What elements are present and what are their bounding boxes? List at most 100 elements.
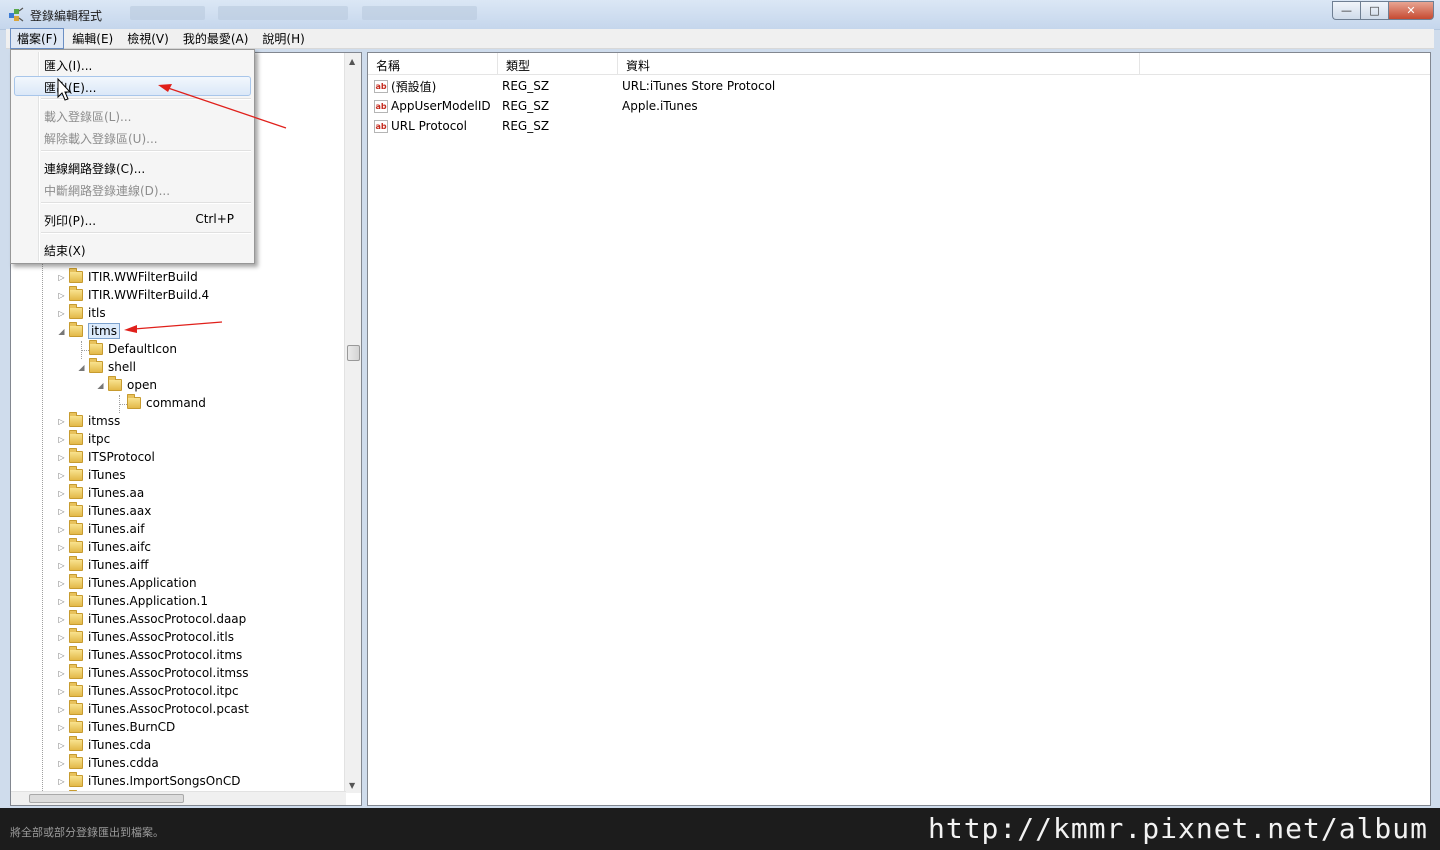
menu-file[interactable]: 檔案(F) <box>10 28 65 49</box>
tree-node[interactable]: ▷ iTunes.aa <box>57 484 144 502</box>
expand-arrow-icon[interactable]: ▷ <box>57 561 66 570</box>
column-header-type[interactable]: 類型 <box>498 53 618 75</box>
tree-node[interactable]: ▷ iTunes.BurnCD <box>57 718 175 736</box>
tree-vertical-scrollbar[interactable]: ▲ ▼ <box>344 53 361 793</box>
menu-separator <box>41 232 251 234</box>
expand-arrow-icon[interactable]: ▷ <box>57 759 66 768</box>
expand-arrow-icon[interactable]: ▷ <box>57 723 66 732</box>
tree-node[interactable]: DefaultIcon <box>77 340 177 358</box>
tree-node[interactable]: ▷ itmss <box>57 412 120 430</box>
expand-arrow-icon[interactable]: ▷ <box>57 633 66 642</box>
tree-node[interactable]: ▷ itpc <box>57 430 110 448</box>
tree-node[interactable]: ▷ ITSProtocol <box>57 448 155 466</box>
tree-node[interactable]: ▷ iTunes.cda <box>57 736 151 754</box>
tree-node[interactable]: ▷ iTunes.aax <box>57 502 151 520</box>
menu-item-label: 列印(P)... <box>44 214 97 228</box>
menu-item-load-hive[interactable]: 載入登錄區(L)... <box>14 105 251 125</box>
string-value-icon: ab <box>374 99 388 113</box>
menu-view[interactable]: 檢視(V) <box>121 29 175 48</box>
tree-node[interactable]: ▷ iTunes.ImportSongsOnCD <box>57 772 240 790</box>
expand-arrow-icon[interactable]: ▷ <box>57 291 66 300</box>
expand-arrow-icon[interactable]: ▷ <box>57 417 66 426</box>
column-header-name[interactable]: 名稱 <box>368 53 498 75</box>
collapse-arrow-icon[interactable]: ◢ <box>57 327 66 336</box>
expand-arrow-icon[interactable]: ▷ <box>57 669 66 678</box>
expand-arrow-icon[interactable]: ▷ <box>57 489 66 498</box>
tree-node-label: iTunes.AssocProtocol.itpc <box>88 684 239 698</box>
tree-node-label: command <box>146 396 206 410</box>
tree-node-label: iTunes.AssocProtocol.pcast <box>88 702 249 716</box>
expand-arrow-icon[interactable]: ▷ <box>57 309 66 318</box>
folder-icon <box>69 484 83 499</box>
value-row[interactable]: ab AppUserModelID REG_SZ Apple.iTunes <box>368 96 1122 116</box>
tree-node-label: iTunes.aax <box>88 504 152 518</box>
collapse-arrow-icon[interactable]: ◢ <box>77 363 86 372</box>
expand-arrow-icon[interactable]: ▷ <box>57 687 66 696</box>
tree-node[interactable]: command <box>115 394 206 412</box>
watermark-text: http://kmmr.pixnet.net/album <box>927 812 1428 845</box>
collapse-arrow-icon[interactable]: ◢ <box>96 381 105 390</box>
expand-arrow-icon[interactable]: ▷ <box>57 435 66 444</box>
minimize-button[interactable]: — <box>1332 1 1360 20</box>
scroll-thumb[interactable] <box>347 345 360 361</box>
value-row[interactable]: ab (預設值) REG_SZ URL:iTunes Store Protocol <box>368 76 1122 96</box>
tree-node[interactable]: ▷ iTunes.AssocProtocol.itms <box>57 646 242 664</box>
menu-favorites[interactable]: 我的最愛(A) <box>177 29 255 48</box>
expand-arrow-icon[interactable]: ▷ <box>57 777 66 786</box>
menu-item-export[interactable]: 匯出(E)... <box>14 76 251 96</box>
tree-node[interactable]: ▷ ITIR.WWFilterBuild <box>57 268 198 286</box>
tree-node[interactable]: ▷ iTunes.AssocProtocol.itmss <box>57 664 249 682</box>
string-value-icon: ab <box>374 79 388 93</box>
maximize-button[interactable]: □ <box>1360 1 1388 20</box>
tree-node-label: iTunes.AssocProtocol.itms <box>88 648 243 662</box>
expand-arrow-icon[interactable]: ▷ <box>57 471 66 480</box>
tree-node[interactable]: ▷ iTunes.aifc <box>57 538 151 556</box>
tree-node[interactable]: ▷ iTunes.AssocProtocol.itls <box>57 628 234 646</box>
expand-arrow-icon[interactable]: ▷ <box>57 525 66 534</box>
tree-node[interactable]: ▷ ITIR.WWFilterBuild.4 <box>57 286 209 304</box>
tree-node[interactable]: ◢ shell <box>77 358 136 376</box>
tree-node[interactable]: ▷ iTunes <box>57 466 126 484</box>
tree-node[interactable]: ▷ iTunes.AssocProtocol.daap <box>57 610 246 628</box>
menu-edit[interactable]: 編輯(E) <box>66 29 119 48</box>
tree-node[interactable]: ◢ open <box>96 376 157 394</box>
tree-node[interactable]: ▷ itls <box>57 304 106 322</box>
registry-values-pane[interactable]: 名稱 類型 資料 ab (預設值) REG_SZ URL:iTunes Store P… <box>367 52 1431 806</box>
menu-item-print[interactable]: 列印(P)... Ctrl+P <box>14 209 251 229</box>
expand-arrow-icon[interactable]: ▷ <box>57 453 66 462</box>
expand-arrow-icon[interactable]: ▷ <box>57 597 66 606</box>
tree-node[interactable]: ▷ iTunes.Application <box>57 574 197 592</box>
tree-node[interactable]: ▷ iTunes.aiff <box>57 556 148 574</box>
expand-arrow-icon[interactable]: ▷ <box>57 507 66 516</box>
menu-item-unload-hive[interactable]: 解除載入登錄區(U)... <box>14 127 251 147</box>
tree-node[interactable]: ◢ itms <box>57 322 120 340</box>
expand-arrow-icon[interactable]: ▷ <box>57 741 66 750</box>
expand-arrow-icon[interactable]: ▷ <box>57 579 66 588</box>
close-button[interactable]: ✕ <box>1388 1 1434 20</box>
menu-item-connect-network[interactable]: 連線網路登錄(C)... <box>14 157 251 177</box>
folder-icon <box>69 304 83 319</box>
tree-node[interactable]: ▷ iTunes.AssocProtocol.pcast <box>57 700 249 718</box>
tree-horizontal-scrollbar[interactable] <box>11 791 346 805</box>
menu-item-exit[interactable]: 結束(X) <box>14 239 251 259</box>
menu-help[interactable]: 說明(H) <box>256 29 310 48</box>
tree-node[interactable]: ▷ iTunes.AssocProtocol.itpc <box>57 682 239 700</box>
scroll-up-arrow-icon[interactable]: ▲ <box>349 57 355 66</box>
expand-arrow-icon[interactable]: ▷ <box>57 705 66 714</box>
menu-item-import[interactable]: 匯入(I)... <box>14 54 251 74</box>
tree-node[interactable]: ▷ iTunes.cdda <box>57 754 159 772</box>
menu-item-disconnect-network[interactable]: 中斷網路登錄連線(D)... <box>14 179 251 199</box>
tree-node[interactable]: ▷ iTunes.aif <box>57 520 144 538</box>
expand-arrow-icon[interactable]: ▷ <box>57 615 66 624</box>
menu-separator <box>41 98 251 100</box>
column-header-data[interactable]: 資料 <box>618 53 1140 75</box>
expand-arrow-icon[interactable]: ▷ <box>57 543 66 552</box>
expand-arrow-icon[interactable]: ▷ <box>57 273 66 282</box>
tree-node[interactable]: ▷ iTunes.Application.1 <box>57 592 208 610</box>
scroll-thumb[interactable] <box>29 794 184 803</box>
value-row[interactable]: ab URL Protocol REG_SZ <box>368 116 1122 136</box>
scroll-down-arrow-icon[interactable]: ▼ <box>349 781 355 790</box>
menu-item-label: 結束(X) <box>44 244 86 258</box>
folder-icon <box>69 556 83 571</box>
expand-arrow-icon[interactable]: ▷ <box>57 651 66 660</box>
